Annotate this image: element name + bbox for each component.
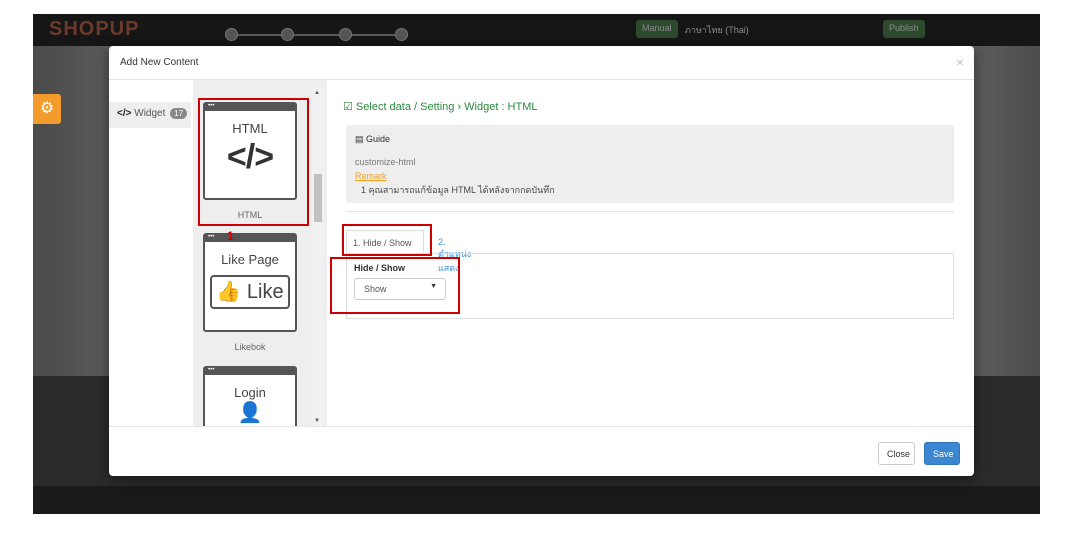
count-badge: 17: [170, 108, 188, 119]
annotation-number: 1: [227, 229, 234, 243]
scroll-up-arrow-icon[interactable]: ▲: [314, 90, 320, 96]
breadcrumb: ☑ Select data / Setting › Widget : HTML: [343, 100, 538, 113]
book-icon: ▤: [355, 134, 367, 144]
guide-subtitle: customize-html: [355, 157, 416, 167]
widget-label: Likebok: [234, 342, 266, 352]
category-nav: </> Widget 17: [109, 80, 193, 426]
modal-header: Add New Content ×: [109, 46, 974, 80]
widget-scrollbar[interactable]: ▲ ▼: [312, 88, 324, 426]
step-dot: [339, 28, 352, 41]
divider: [346, 211, 954, 212]
thumbs-up-icon: 👍 Like: [210, 275, 290, 309]
nav-item-widget[interactable]: </> Widget 17: [109, 102, 191, 128]
highlight-html-widget: [198, 98, 309, 226]
manual-button[interactable]: Manual: [636, 20, 678, 38]
brand-logo: SHOPUP: [49, 18, 140, 40]
window-bar: •••: [205, 367, 295, 375]
widget-title: Login: [234, 385, 266, 400]
remark-link[interactable]: Remark: [355, 171, 945, 181]
window-bar: •••: [205, 234, 295, 242]
guide-box: ▤ Guide customize-html Remark 1 คุณสามาร…: [346, 125, 954, 203]
user-icon: 👤: [237, 402, 263, 424]
check-square-icon: ☑: [343, 101, 356, 113]
guide-title-text: Guide: [366, 134, 391, 144]
nav-item-label: Widget: [134, 108, 166, 119]
add-content-modal: Add New Content × </> Widget 17 ••• HTML…: [109, 46, 974, 476]
widget-card-like-page[interactable]: ••• Like Page 👍 Like: [203, 233, 297, 332]
step-dot: [225, 28, 238, 41]
language-dropdown[interactable]: ภาษาไทย (Thai): [679, 20, 755, 38]
scroll-down-arrow-icon[interactable]: ▼: [314, 418, 320, 424]
close-icon[interactable]: ×: [956, 54, 964, 70]
guide-note: 1 คุณสามารถแก้ข้อมูล HTML ได้หลังจากกดบั…: [361, 185, 555, 195]
modal-footer: Close Save: [109, 426, 974, 476]
close-button[interactable]: Close: [878, 442, 915, 465]
step-dot: [395, 28, 408, 41]
widget-title: Like Page: [221, 252, 279, 267]
breadcrumb-text: Select data / Setting › Widget : HTML: [355, 101, 538, 113]
gear-icon[interactable]: ⚙: [33, 94, 61, 124]
highlight-select: [330, 257, 460, 314]
modal-title: Add New Content: [120, 57, 199, 68]
step-progress: [223, 16, 413, 44]
app-topbar: SHOPUP Manual ภาษาไทย (Thai) Publish: [33, 14, 1040, 46]
widget-card-login[interactable]: ••• Login 👤: [203, 366, 297, 426]
save-button[interactable]: Save: [924, 442, 960, 465]
code-icon: </>: [117, 108, 132, 119]
step-dot: [281, 28, 294, 41]
scroll-thumb[interactable]: [314, 174, 322, 222]
guide-title: ▤ Guide: [355, 134, 945, 145]
tab-display-position[interactable]: 2. ตำแหน่งแสดง: [432, 230, 477, 273]
step-line: [231, 34, 405, 36]
publish-button[interactable]: Publish: [883, 20, 925, 38]
highlight-tab: [342, 224, 432, 256]
